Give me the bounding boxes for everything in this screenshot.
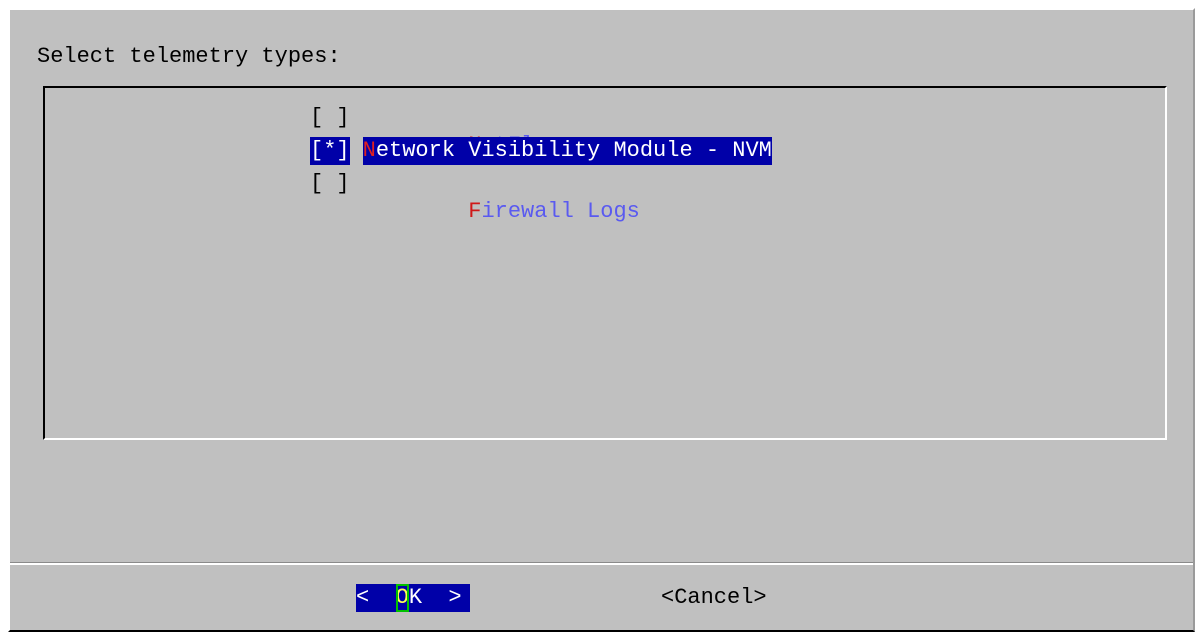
hotkey-letter: N bbox=[362, 138, 376, 163]
ok-label-rest: K > bbox=[408, 585, 462, 610]
ok-hotkey-letter: O bbox=[395, 584, 409, 612]
checkbox[interactable]: [ ] bbox=[310, 170, 350, 198]
item-label-text: etwork Visibility Module - NVM bbox=[375, 138, 772, 163]
item-label: NetFlow bbox=[363, 104, 560, 158]
telemetry-checklist: [ ] NetFlow [*] Network Visibility Modul… bbox=[43, 86, 1167, 440]
telemetry-dialog: Select telemetry types: [ ] NetFlow [*] … bbox=[8, 8, 1195, 632]
button-separator bbox=[10, 563, 1193, 565]
item-label: Network Visibility Module - NVM bbox=[362, 137, 772, 165]
ok-left-bracket: < bbox=[356, 585, 396, 610]
ok-button[interactable]: < OK > bbox=[356, 584, 470, 612]
item-label: Firewall Logs bbox=[363, 170, 640, 224]
hotkey-letter: F bbox=[468, 199, 482, 224]
dialog-prompt: Select telemetry types: bbox=[37, 44, 341, 69]
checkbox[interactable]: [*] bbox=[310, 137, 350, 165]
checklist-item-nvm[interactable]: [*] Network Visibility Module - NVM bbox=[310, 137, 772, 165]
checkbox[interactable]: [ ] bbox=[310, 104, 350, 132]
checklist-item-netflow[interactable]: [ ] NetFlow bbox=[310, 104, 561, 158]
cancel-button[interactable]: <Cancel> bbox=[661, 584, 767, 612]
checklist-item-firewall-logs[interactable]: [ ] Firewall Logs bbox=[310, 170, 640, 224]
item-label-text: irewall Logs bbox=[481, 199, 640, 224]
